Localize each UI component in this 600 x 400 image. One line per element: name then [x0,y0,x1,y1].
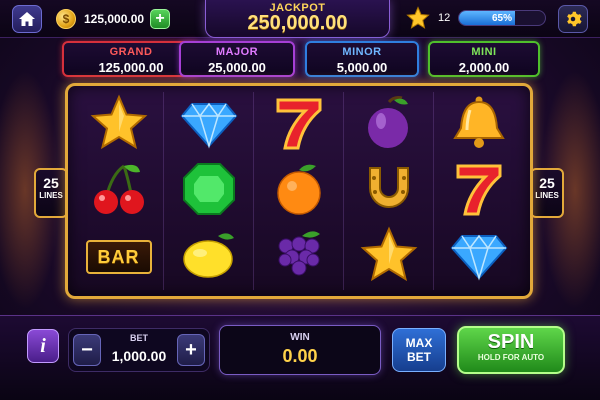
reel-cell [164,158,254,224]
max-bet-label-line2: BET [407,350,431,364]
star-symbol-icon [358,225,420,289]
tier-mini-name: MINI [471,46,497,58]
reel-cell [344,158,434,224]
settings-button[interactable] [558,5,588,33]
xp-progress-bar: 65% [458,10,546,26]
coin-symbol: $ [62,12,70,26]
spin-sublabel: HOLD FOR AUTO [477,353,545,362]
max-bet-button[interactable]: MAX BET [392,328,446,372]
jackpot-display: JACKPOT 250,000.00 [205,0,390,38]
coin-icon: $ [56,9,76,29]
bottom-bar: i − BET 1,000.00 + WIN 0.00 MAX BET SPIN… [0,315,600,400]
tier-major: MAJOR 25,000.00 [179,41,295,77]
star-symbol-icon [88,93,150,157]
reel-cell [254,224,344,290]
cherry-symbol-icon [88,160,150,223]
gear-icon [567,11,582,27]
jackpot-value: 250,000.00 [247,12,348,34]
xp-percent: 65% [491,12,512,24]
bet-label: BET [130,333,148,343]
bet-decrease-button[interactable]: − [73,334,101,366]
reel-cell [434,92,524,158]
orange-symbol-icon [268,160,330,223]
reel-cell [344,224,434,290]
reel-cell [434,224,524,290]
player-level: 12 [438,12,451,24]
bar-symbol: BAR [85,240,152,274]
tier-minor-value: 5,000.00 [336,60,388,75]
reel-cell [164,92,254,158]
win-label: WIN [290,332,310,343]
paylines-label: LINES [535,191,559,200]
diamond-symbol-icon [448,226,510,289]
lemon-symbol-icon [178,226,240,289]
paylines-label: LINES [39,191,63,200]
paylines-badge-left: 25 LINES [34,168,68,218]
spin-button[interactable]: SPIN HOLD FOR AUTO [457,326,565,374]
reel-grid: BAR [74,92,524,290]
win-display: WIN 0.00 [219,325,381,375]
tier-minor: MINOR 5,000.00 [305,41,419,77]
reel-cell [344,92,434,158]
grapes-symbol-icon [268,226,330,289]
max-bet-label-line1: MAX [405,336,433,350]
seven-symbol-icon [268,94,330,157]
reel-cell [254,92,344,158]
level-star-icon [406,6,430,29]
tier-minor-name: MINOR [342,46,382,58]
reel-window: BAR [65,83,533,299]
tier-mini: MINI 2,000.00 [428,41,540,77]
horseshoe-symbol-icon [358,160,420,223]
paylines-count: 25 [43,175,59,191]
top-bar: $ 125,000.00 + JACKPOT 250,000.00 12 65% [0,0,600,38]
paylines-count: 25 [539,175,555,191]
bell-symbol-icon [448,94,510,157]
spin-label: SPIN [487,331,535,353]
add-coins-button[interactable]: + [150,9,170,29]
reel-cell: BAR [74,224,164,290]
balance-value: 125,000.00 [84,12,145,26]
win-value: 0.00 [282,346,318,366]
diamond-symbol-icon [178,94,240,157]
tier-mini-value: 2,000.00 [458,60,510,75]
tier-grand-value: 125,000.00 [98,60,164,75]
reel-cell [74,158,164,224]
paylines-badge-right: 25 LINES [530,168,564,218]
reel-cell [74,92,164,158]
seven-symbol-icon [448,160,510,223]
bet-increase-button[interactable]: + [177,334,205,366]
reel-cell [164,224,254,290]
bet-value: 1,000.00 [111,348,167,364]
home-icon [19,12,35,26]
tier-grand-name: GRAND [109,46,153,58]
emerald-symbol-icon [178,160,240,223]
tier-major-name: MAJOR [215,46,259,58]
bet-panel: − BET 1,000.00 + [68,328,210,372]
home-button[interactable] [12,5,42,33]
reel-cell [254,158,344,224]
tier-major-value: 25,000.00 [208,60,266,75]
reel-cell [434,158,524,224]
plum-symbol-icon [358,94,420,157]
info-button[interactable]: i [27,329,59,363]
